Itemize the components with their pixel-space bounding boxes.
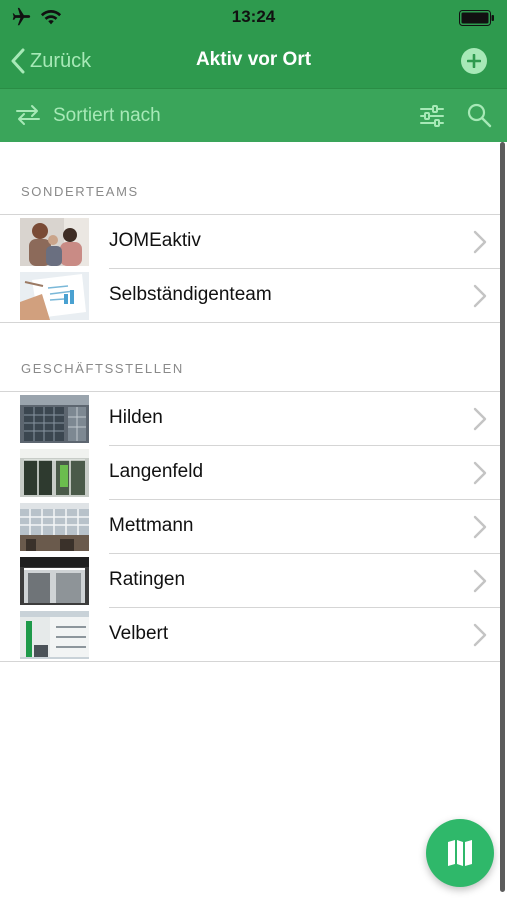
sort-arrows-icon[interactable] bbox=[14, 103, 42, 127]
section-header-geschaeftsstellen: GESCHÄFTSSTELLEN bbox=[21, 361, 184, 376]
list-item-label: Mettmann bbox=[109, 515, 194, 536]
list-item[interactable]: Mettmann bbox=[0, 500, 503, 554]
sort-toolbar: Sortiert nach bbox=[0, 88, 507, 142]
navigation-bar: Zurück Aktiv vor Ort bbox=[0, 36, 507, 88]
section-header-sonderteams: SONDERTEAMS bbox=[21, 184, 139, 199]
scrollbar[interactable] bbox=[500, 142, 505, 892]
list-item[interactable]: Selbständigenteam bbox=[0, 269, 503, 323]
main-list: SONDERTEAMS JOMEaktiv Selbständigenteam … bbox=[0, 142, 507, 900]
header-bar: 13:24 Zurück Aktiv vor Ort Sortiert nach bbox=[0, 0, 507, 142]
status-time: 13:24 bbox=[231, 7, 276, 26]
chevron-right-icon bbox=[473, 461, 487, 485]
chevron-right-icon bbox=[473, 623, 487, 647]
chevron-right-icon bbox=[473, 230, 487, 254]
storefront-photo-thumbnail bbox=[20, 557, 89, 605]
map-button[interactable] bbox=[426, 819, 494, 887]
chevron-right-icon bbox=[473, 407, 487, 431]
page-title: Aktiv vor Ort bbox=[195, 49, 312, 70]
battery-icon bbox=[459, 10, 494, 26]
map-icon bbox=[448, 840, 472, 866]
list-item[interactable]: Ratingen bbox=[0, 554, 503, 608]
search-icon[interactable] bbox=[466, 102, 492, 128]
list-item[interactable]: Hilden bbox=[0, 392, 503, 446]
list-item-label: Selbständigenteam bbox=[109, 284, 272, 305]
sort-label[interactable]: Sortiert nach bbox=[53, 105, 161, 127]
chevron-right-icon bbox=[473, 284, 487, 308]
building-photo-thumbnail bbox=[20, 611, 89, 659]
plus-circle-icon bbox=[467, 54, 481, 68]
row-separator bbox=[0, 661, 503, 662]
building-photo-thumbnail bbox=[20, 395, 89, 443]
add-button[interactable] bbox=[461, 48, 487, 74]
chevron-right-icon bbox=[473, 569, 487, 593]
list-item-label: Velbert bbox=[109, 623, 169, 644]
chevron-right-icon bbox=[473, 515, 487, 539]
status-bar: 13:24 bbox=[0, 0, 507, 36]
team-photo-thumbnail bbox=[20, 218, 89, 266]
list-item-label: Langenfeld bbox=[109, 461, 204, 482]
list-item[interactable]: Langenfeld bbox=[0, 446, 503, 500]
filter-sliders-icon[interactable] bbox=[419, 103, 445, 129]
list-item-label: Ratingen bbox=[109, 569, 186, 590]
list-item[interactable]: JOMEaktiv bbox=[0, 215, 503, 269]
building-photo-thumbnail bbox=[20, 503, 89, 551]
list-item[interactable]: Velbert bbox=[0, 608, 503, 662]
list-item-label: JOMEaktiv bbox=[109, 230, 201, 251]
document-photo-thumbnail bbox=[20, 272, 89, 320]
row-separator bbox=[0, 322, 503, 323]
list-item-label: Hilden bbox=[109, 407, 163, 428]
storefront-photo-thumbnail bbox=[20, 449, 89, 497]
